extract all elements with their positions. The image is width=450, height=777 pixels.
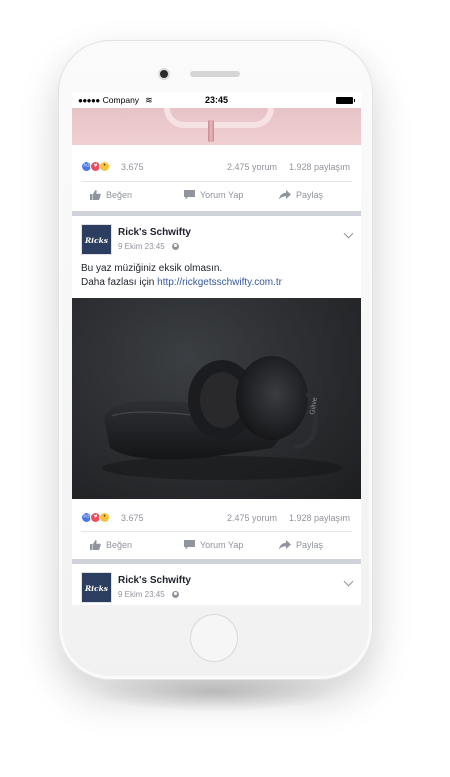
wow-reaction-icon: • [99, 161, 110, 172]
like-thumb-icon [90, 540, 101, 550]
comment-label: Yorum Yap [200, 540, 244, 550]
action-bar: Beğen Yorum Yap Paylaş [72, 182, 361, 208]
post-meta: 9 Ekim 23:45 [118, 242, 179, 251]
next-post-card: Ricks Rick's Schwifty 9 Ekim 23:45 [72, 564, 361, 605]
share-count[interactable]: 1.928 paylaşım [289, 513, 350, 523]
battery-icon [336, 97, 355, 104]
like-label: Beğen [106, 190, 133, 200]
share-label: Paylaş [296, 190, 324, 200]
globe-icon [171, 591, 179, 598]
post-text-line-1: Bu yaz müziğiniz eksik olmasın. [81, 263, 223, 274]
post-text-line-2: Daha fazlası için http://rickgetsschwift… [81, 276, 356, 290]
headphone-plug [208, 120, 214, 142]
comment-icon [184, 540, 195, 550]
comment-label: Yorum Yap [200, 190, 244, 200]
post-meta: 9 Ekim 23:45 [118, 590, 179, 599]
reaction-icons: 👍︎ ♥ • [81, 512, 110, 523]
comment-button[interactable]: Yorum Yap [184, 540, 243, 550]
page-name[interactable]: Rick's Schwifty [118, 575, 191, 586]
share-arrow-icon [279, 540, 291, 550]
comment-count[interactable]: 2.475 yorum [227, 513, 277, 523]
front-camera [160, 70, 168, 78]
chevron-down-icon[interactable] [343, 228, 354, 239]
post-image[interactable]: Gilive [72, 298, 361, 499]
post-text: Bu yaz müziğiniz eksik olmasın. Daha faz… [81, 262, 356, 289]
post-date[interactable]: 9 Ekim 23:45 [118, 590, 165, 599]
share-arrow-icon [279, 190, 291, 200]
page-avatar[interactable]: Ricks [81, 572, 112, 603]
like-label: Beğen [106, 540, 133, 550]
post-date[interactable]: 9 Ekim 23:45 [118, 242, 165, 251]
action-bar: Beğen Yorum Yap Paylaş [72, 532, 361, 558]
headphone-band [164, 108, 274, 128]
share-count[interactable]: 1.928 paylaşım [289, 162, 350, 172]
status-bar: ●●●●● Company ≋ 23:45 [72, 92, 361, 108]
earpiece-speaker [190, 71, 240, 77]
globe-icon [171, 243, 179, 250]
reactions-summary[interactable]: 👍︎ ♥ • 3.675 2.475 yorum 1.928 paylaşım [72, 507, 361, 529]
wow-reaction-icon: • [99, 512, 110, 523]
post-header: Ricks Rick's Schwifty 9 Ekim 23:45 [72, 224, 361, 262]
headphones-image: Gilive [102, 356, 342, 480]
previous-post-image[interactable] [72, 108, 361, 145]
reaction-count: 3.675 [121, 513, 144, 523]
comment-button[interactable]: Yorum Yap [184, 190, 243, 200]
reaction-count: 3.675 [121, 162, 144, 172]
post-header: Ricks Rick's Schwifty 9 Ekim 23:45 [72, 572, 361, 605]
page-name[interactable]: Rick's Schwifty [118, 227, 191, 238]
comment-count[interactable]: 2.475 yorum [227, 162, 277, 172]
chevron-down-icon[interactable] [343, 576, 354, 587]
reactions-summary[interactable]: 👍︎ ♥ • 3.675 2.475 yorum 1.928 paylaşım [72, 156, 361, 178]
share-button[interactable]: Paylaş [279, 190, 323, 200]
like-button[interactable]: Beğen [90, 190, 132, 200]
reaction-icons: 👍︎ ♥ • [81, 161, 110, 172]
post-card: Ricks Rick's Schwifty 9 Ekim 23:45 Bu ya… [72, 216, 361, 559]
share-label: Paylaş [296, 540, 324, 550]
post-text-prefix: Daha fazlası için [81, 276, 155, 288]
like-thumb-icon [90, 190, 101, 200]
comment-icon [184, 190, 195, 200]
phone-screen: ●●●●● Company ≋ 23:45 👍︎ ♥ • 3.675 2.475… [72, 92, 361, 605]
home-button[interactable] [190, 614, 238, 662]
page-avatar[interactable]: Ricks [81, 224, 112, 255]
post-link[interactable]: http://rickgetsschwifty.com.tr [157, 277, 282, 288]
previous-post-footer: 👍︎ ♥ • 3.675 2.475 yorum 1.928 paylaşım … [72, 145, 361, 211]
share-button[interactable]: Paylaş [279, 540, 323, 550]
like-button[interactable]: Beğen [90, 540, 132, 550]
status-time: 23:45 [204, 95, 229, 105]
